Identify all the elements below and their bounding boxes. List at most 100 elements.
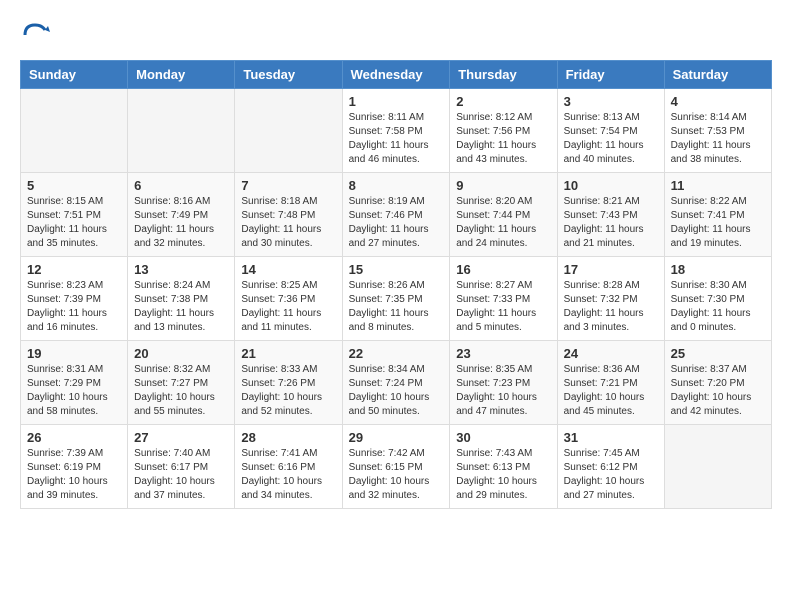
calendar-cell: 11 Sunrise: 8:22 AM Sunset: 7:41 PM Dayli… [664, 173, 771, 257]
day-info: Sunrise: 8:14 AM Sunset: 7:53 PM Dayligh… [671, 111, 765, 167]
day-info: Sunrise: 8:32 AM Sunset: 7:27 PM Dayligh… [134, 363, 228, 419]
day-info: Sunrise: 7:41 AM Sunset: 6:16 PM Dayligh… [241, 447, 335, 503]
calendar-week-row: 19 Sunrise: 8:31 AM Sunset: 7:29 PM Dayli… [21, 341, 772, 425]
weekday-header-monday: Monday [128, 61, 235, 89]
calendar-cell [128, 89, 235, 173]
calendar-cell: 16Sunrise: 8:27 AM Sunset: 7:33 PM Dayli… [450, 257, 557, 341]
day-info: Sunrise: 8:21 AM Sunset: 7:43 PM Dayligh… [564, 195, 658, 251]
day-info: Sunrise: 8:26 AM Sunset: 7:35 PM Dayligh… [349, 279, 444, 335]
weekday-header-saturday: Saturday [664, 61, 771, 89]
day-info: Sunrise: 8:16 AM Sunset: 7:49 PM Dayligh… [134, 195, 228, 251]
calendar-header-row: SundayMondayTuesdayWednesdayThursdayFrid… [21, 61, 772, 89]
calendar-week-row: 26Sunrise: 7:39 AM Sunset: 6:19 PM Dayli… [21, 425, 772, 509]
day-info: Sunrise: 7:39 AM Sunset: 6:19 PM Dayligh… [27, 447, 121, 503]
day-info: Sunrise: 7:43 AM Sunset: 6:13 PM Dayligh… [456, 447, 550, 503]
day-info: Sunrise: 8:34 AM Sunset: 7:24 PM Dayligh… [349, 363, 444, 419]
calendar-cell: 19 Sunrise: 8:31 AM Sunset: 7:29 PM Dayli… [21, 341, 128, 425]
day-number: 8 [349, 178, 444, 193]
weekday-header-sunday: Sunday [21, 61, 128, 89]
calendar-cell: 28 Sunrise: 7:41 AM Sunset: 6:16 PM Dayli… [235, 425, 342, 509]
calendar-cell: 13Sunrise: 8:24 AM Sunset: 7:38 PM Dayli… [128, 257, 235, 341]
calendar-cell: 26Sunrise: 7:39 AM Sunset: 6:19 PM Dayli… [21, 425, 128, 509]
day-number: 1 [349, 94, 444, 109]
day-info: Sunrise: 7:42 AM Sunset: 6:15 PM Dayligh… [349, 447, 444, 503]
calendar-cell: 29 Sunrise: 7:42 AM Sunset: 6:15 PM Dayli… [342, 425, 450, 509]
day-info: Sunrise: 8:11 AM Sunset: 7:58 PM Dayligh… [349, 111, 444, 167]
calendar-cell [235, 89, 342, 173]
calendar-cell [21, 89, 128, 173]
logo [20, 20, 54, 50]
day-info: Sunrise: 8:36 AM Sunset: 7:21 PM Dayligh… [564, 363, 658, 419]
calendar-cell: 21 Sunrise: 8:33 AM Sunset: 7:26 PM Dayli… [235, 341, 342, 425]
day-number: 9 [456, 178, 550, 193]
day-info: Sunrise: 8:35 AM Sunset: 7:23 PM Dayligh… [456, 363, 550, 419]
calendar-cell: 14 Sunrise: 8:25 AM Sunset: 7:36 PM Dayli… [235, 257, 342, 341]
calendar-cell: 10 Sunrise: 8:21 AM Sunset: 7:43 PM Dayli… [557, 173, 664, 257]
day-info: Sunrise: 8:20 AM Sunset: 7:44 PM Dayligh… [456, 195, 550, 251]
calendar-cell: 24 Sunrise: 8:36 AM Sunset: 7:21 PM Dayli… [557, 341, 664, 425]
calendar-cell: 4Sunrise: 8:14 AM Sunset: 7:53 PM Daylig… [664, 89, 771, 173]
day-number: 7 [241, 178, 335, 193]
day-number: 15 [349, 262, 444, 277]
day-number: 21 [241, 346, 335, 361]
calendar-week-row: 1 Sunrise: 8:11 AM Sunset: 7:58 PM Daylig… [21, 89, 772, 173]
day-info: Sunrise: 8:37 AM Sunset: 7:20 PM Dayligh… [671, 363, 765, 419]
day-info: Sunrise: 7:40 AM Sunset: 6:17 PM Dayligh… [134, 447, 228, 503]
day-number: 11 [671, 178, 765, 193]
calendar-cell: 6 Sunrise: 8:16 AM Sunset: 7:49 PM Daylig… [128, 173, 235, 257]
weekday-header-tuesday: Tuesday [235, 61, 342, 89]
calendar-cell: 15 Sunrise: 8:26 AM Sunset: 7:35 PM Dayli… [342, 257, 450, 341]
calendar-cell [664, 425, 771, 509]
day-number: 3 [564, 94, 658, 109]
day-number: 5 [27, 178, 121, 193]
day-info: Sunrise: 8:19 AM Sunset: 7:46 PM Dayligh… [349, 195, 444, 251]
day-number: 22 [349, 346, 444, 361]
weekday-header-friday: Friday [557, 61, 664, 89]
day-number: 13 [134, 262, 228, 277]
calendar-week-row: 12Sunrise: 8:23 AM Sunset: 7:39 PM Dayli… [21, 257, 772, 341]
day-number: 12 [27, 262, 121, 277]
day-number: 27 [134, 430, 228, 445]
day-number: 16 [456, 262, 550, 277]
calendar-cell: 17 Sunrise: 8:28 AM Sunset: 7:32 PM Dayli… [557, 257, 664, 341]
calendar-cell: 30Sunrise: 7:43 AM Sunset: 6:13 PM Dayli… [450, 425, 557, 509]
day-number: 6 [134, 178, 228, 193]
day-number: 28 [241, 430, 335, 445]
calendar-cell: 5Sunrise: 8:15 AM Sunset: 7:51 PM Daylig… [21, 173, 128, 257]
day-number: 20 [134, 346, 228, 361]
day-info: Sunrise: 8:18 AM Sunset: 7:48 PM Dayligh… [241, 195, 335, 251]
calendar-cell: 27 Sunrise: 7:40 AM Sunset: 6:17 PM Dayli… [128, 425, 235, 509]
day-number: 19 [27, 346, 121, 361]
calendar-cell: 1 Sunrise: 8:11 AM Sunset: 7:58 PM Daylig… [342, 89, 450, 173]
day-info: Sunrise: 8:28 AM Sunset: 7:32 PM Dayligh… [564, 279, 658, 335]
logo-icon [20, 20, 50, 50]
calendar-week-row: 5Sunrise: 8:15 AM Sunset: 7:51 PM Daylig… [21, 173, 772, 257]
day-number: 18 [671, 262, 765, 277]
day-number: 14 [241, 262, 335, 277]
day-number: 24 [564, 346, 658, 361]
calendar-cell: 7 Sunrise: 8:18 AM Sunset: 7:48 PM Daylig… [235, 173, 342, 257]
day-info: Sunrise: 7:45 AM Sunset: 6:12 PM Dayligh… [564, 447, 658, 503]
calendar-cell: 9 Sunrise: 8:20 AM Sunset: 7:44 PM Daylig… [450, 173, 557, 257]
page-header [20, 20, 772, 50]
day-info: Sunrise: 8:31 AM Sunset: 7:29 PM Dayligh… [27, 363, 121, 419]
day-number: 29 [349, 430, 444, 445]
day-info: Sunrise: 8:25 AM Sunset: 7:36 PM Dayligh… [241, 279, 335, 335]
day-info: Sunrise: 8:33 AM Sunset: 7:26 PM Dayligh… [241, 363, 335, 419]
calendar-cell: 25Sunrise: 8:37 AM Sunset: 7:20 PM Dayli… [664, 341, 771, 425]
calendar-cell: 23Sunrise: 8:35 AM Sunset: 7:23 PM Dayli… [450, 341, 557, 425]
weekday-header-wednesday: Wednesday [342, 61, 450, 89]
day-info: Sunrise: 8:22 AM Sunset: 7:41 PM Dayligh… [671, 195, 765, 251]
day-number: 2 [456, 94, 550, 109]
calendar-cell: 22 Sunrise: 8:34 AM Sunset: 7:24 PM Dayli… [342, 341, 450, 425]
day-number: 17 [564, 262, 658, 277]
calendar-cell: 12Sunrise: 8:23 AM Sunset: 7:39 PM Dayli… [21, 257, 128, 341]
calendar-cell: 20 Sunrise: 8:32 AM Sunset: 7:27 PM Dayli… [128, 341, 235, 425]
calendar-table: SundayMondayTuesdayWednesdayThursdayFrid… [20, 60, 772, 509]
day-info: Sunrise: 8:30 AM Sunset: 7:30 PM Dayligh… [671, 279, 765, 335]
day-number: 10 [564, 178, 658, 193]
calendar-cell: 8 Sunrise: 8:19 AM Sunset: 7:46 PM Daylig… [342, 173, 450, 257]
calendar-cell: 18 Sunrise: 8:30 AM Sunset: 7:30 PM Dayli… [664, 257, 771, 341]
calendar-cell: 31Sunrise: 7:45 AM Sunset: 6:12 PM Dayli… [557, 425, 664, 509]
day-info: Sunrise: 8:12 AM Sunset: 7:56 PM Dayligh… [456, 111, 550, 167]
